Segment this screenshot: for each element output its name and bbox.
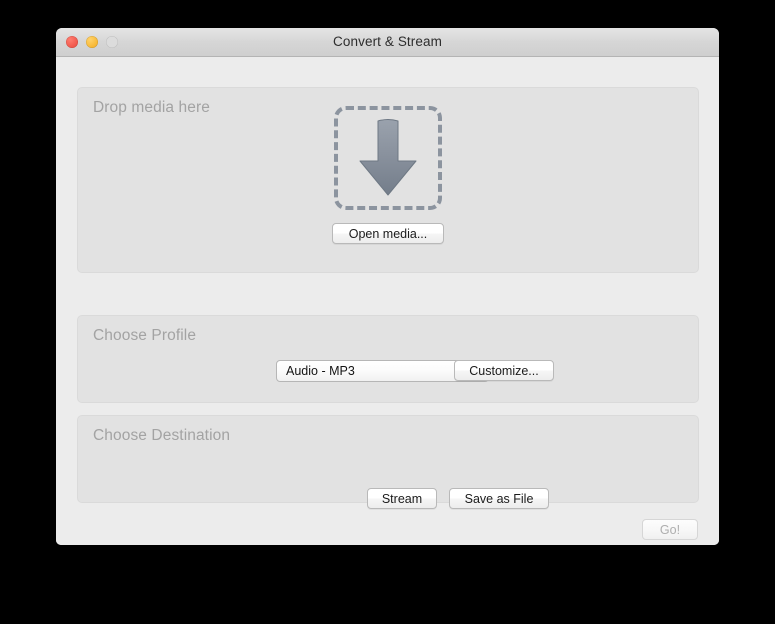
customize-button[interactable]: Customize... (454, 360, 554, 381)
choose-destination-panel: Choose Destination Stream Save as File (77, 415, 699, 509)
window-titlebar: Convert & Stream (56, 28, 719, 57)
media-dropzone[interactable] (334, 106, 442, 210)
choose-profile-panel: Choose Profile Audio - MP3 Customize... (77, 315, 699, 403)
profile-select-value: Audio - MP3 (286, 364, 355, 378)
window-title: Convert & Stream (333, 34, 442, 49)
convert-and-stream-window: Convert & Stream Drop media here Open me… (56, 28, 719, 545)
download-arrow-icon (359, 119, 417, 196)
open-media-button[interactable]: Open media... (332, 223, 444, 244)
drop-media-title: Drop media here (93, 99, 210, 116)
stream-button[interactable]: Stream (367, 488, 437, 509)
choose-profile-title: Choose Profile (93, 327, 197, 344)
window-content: Drop media here Open media... Choose Pro… (56, 57, 719, 545)
save-as-file-button[interactable]: Save as File (449, 488, 549, 509)
go-button: Go! (642, 519, 698, 540)
choose-destination-title: Choose Destination (93, 427, 231, 444)
drop-media-panel[interactable]: Drop media here Open media... (77, 87, 699, 273)
